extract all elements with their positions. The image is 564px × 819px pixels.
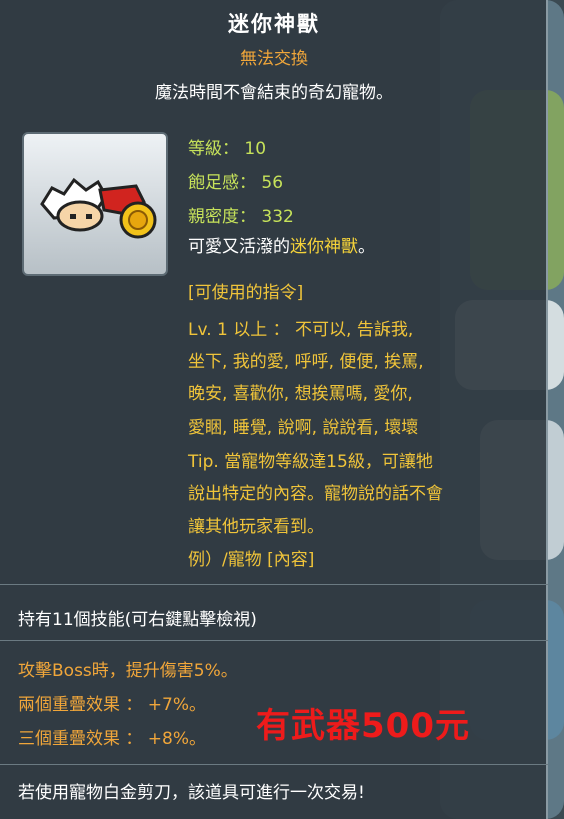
item-tooltip: 迷你神獸 無法交換 魔法時間不會結束的奇幻寵物。 等級： 10 飽足感： 56 … xyxy=(0,0,548,819)
command-tip-line: 讓其他玩家看到。 xyxy=(188,517,324,537)
command-line: Lv. 1 以上 ： 不可以, 告訴我, xyxy=(188,320,414,340)
two-stack-effect: 兩個重疊效果 ： +7%。 xyxy=(18,695,207,715)
item-name: 迷你神獸 xyxy=(228,12,320,36)
three-stack-effect: 三個重疊效果 ： +8%。 xyxy=(18,729,207,749)
mini-beast-pet-icon xyxy=(40,177,157,239)
flavor-prefix: 可愛又活潑的 xyxy=(188,237,290,257)
command-line: 坐下, 我的愛, 呼呼, 便便, 挨罵, xyxy=(188,352,424,372)
pet-closeness: 親密度： 332 xyxy=(188,207,294,227)
skill-summary: 持有11個技能(可右鍵點擊檢視) xyxy=(18,610,257,630)
trade-status: 無法交換 xyxy=(240,49,308,69)
flavor-pet-name: 迷你神獸 xyxy=(290,237,358,257)
command-tip-line: 說出特定的內容。寵物說的話不會 xyxy=(188,484,443,504)
pet-flavor-text: 可愛又活潑的迷你神獸。 xyxy=(188,232,375,257)
command-example: 例）/寵物 [內容] xyxy=(188,550,315,570)
promo-overlay-text: 有武器500元 xyxy=(256,706,470,746)
command-tip-line: Tip. 當寵物等級達15級，可讓牠 xyxy=(188,452,433,472)
flavor-suffix: 。 xyxy=(358,237,375,257)
command-line: 晚安, 喜歡你, 想挨罵嗎, 愛你, xyxy=(188,384,413,404)
pet-level: 等級： 10 xyxy=(188,139,267,159)
command-line: 愛睏, 睡覺, 說啊, 說說看, 壞壞 xyxy=(188,418,419,438)
commands-header: [可使用的指令] xyxy=(188,283,304,303)
section-divider xyxy=(0,640,548,641)
section-divider xyxy=(0,764,548,765)
pet-icon-frame xyxy=(22,132,168,276)
item-description: 魔法時間不會結束的奇幻寵物。 xyxy=(155,83,393,103)
pet-fullness: 飽足感： 56 xyxy=(188,173,284,193)
section-divider xyxy=(0,584,548,585)
boss-damage-skill: 攻擊Boss時，提升傷害5%。 xyxy=(18,661,238,681)
platinum-scissors-note: 若使用寵物白金剪刀，該道具可進行一次交易! xyxy=(18,783,365,803)
